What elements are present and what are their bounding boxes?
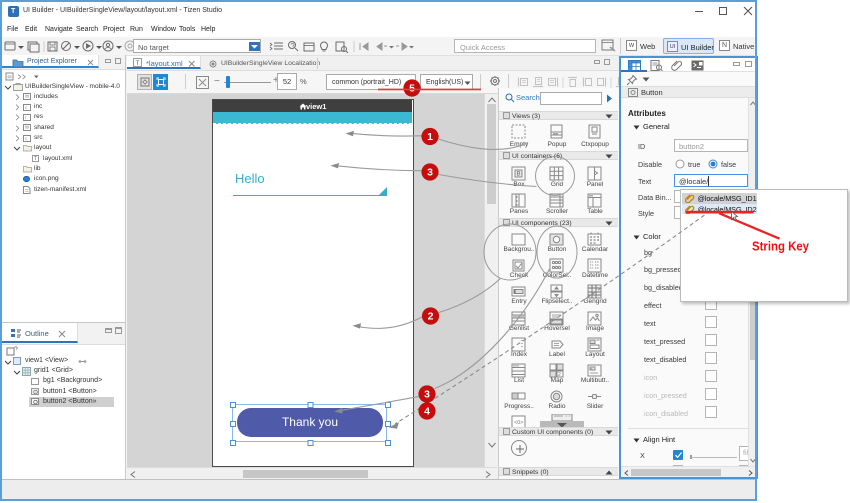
svg-text:1: 1 bbox=[427, 131, 433, 143]
svg-text:String Key: String Key bbox=[752, 239, 810, 254]
svg-text:3: 3 bbox=[427, 167, 433, 179]
svg-text:2: 2 bbox=[428, 311, 434, 323]
svg-text:4: 4 bbox=[424, 406, 430, 418]
svg-text:3: 3 bbox=[424, 389, 430, 401]
